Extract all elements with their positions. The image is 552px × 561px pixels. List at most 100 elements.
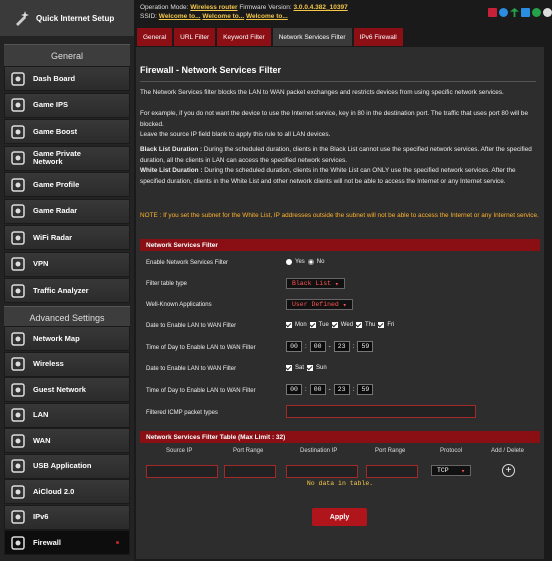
page-title: Firewall - Network Services Filter [140,65,282,75]
sidebar-item-label: IPv6 [33,512,49,521]
general-header: General [4,44,130,66]
sidebar-item-wireless[interactable]: Wireless [4,351,130,377]
start-minute-input[interactable]: 00 [309,341,326,352]
destination-ip-input[interactable] [286,465,358,478]
rocket-icon [11,124,25,139]
fw-label: Firmware Version: [239,4,292,11]
sidebar-item-label: VPN [33,259,49,268]
sat-checkbox[interactable] [286,365,292,371]
sidebar-item-game-boost[interactable]: Game Boost [4,119,130,144]
sidebar-item-wifi-radar[interactable]: WiFi Radar [4,225,130,250]
tue-label: Tue [318,322,329,328]
icmp-input[interactable] [286,405,476,418]
end-minute-input[interactable]: 59 [357,341,374,352]
col-dest-port-range: Port Range [375,448,406,454]
weekday-time-label: Time of Day to Enable LAN to WAN Filter [146,345,256,351]
ssid-link[interactable]: Welcome to... [159,13,201,20]
sidebar-item-label: Game IPS [33,100,69,109]
settings-gear-icon[interactable] [543,8,552,17]
sun-label: Sun [316,365,327,371]
firewall-icon [11,535,25,550]
source-ip-input[interactable] [146,465,218,478]
sidebar-item-ipv6[interactable]: IPv6 [4,504,130,530]
ssid-link[interactable]: Welcome to... [202,13,244,20]
yes-radio[interactable] [286,259,292,265]
yes-label: Yes [295,259,305,265]
quick-setup-label: Quick Internet Setup [36,13,115,23]
usb-icon [11,459,25,473]
note-text: NOTE : If you set the subnet for the Whi… [140,212,539,219]
wifi-status-icon[interactable] [521,8,530,17]
quick-internet-setup-button[interactable]: Quick Internet Setup [0,0,134,36]
sidebar-item-vpn[interactable]: VPN [4,251,130,277]
tab-ipv6-firewall[interactable]: IPv6 Firewall [353,28,403,46]
weekend-end-hour-input[interactable]: 23 [333,384,350,395]
op-mode-link[interactable]: Wireless router [190,4,237,11]
network-map-icon [11,331,25,346]
firmware-link[interactable]: 3.0.0.4.382_10397 [294,4,348,11]
tab-url-filter[interactable]: URL Filter [174,28,216,46]
sidebar-item-dash-board[interactable]: Dash Board [4,66,130,91]
port-range-input[interactable] [224,465,276,478]
sidebar-item-game-profile[interactable]: Game Profile [4,172,130,197]
sidebar-item-wan[interactable]: WAN [4,428,130,453]
sidebar-item-guest-network[interactable]: Guest Network [4,377,130,402]
well-known-apps-select[interactable]: User Defined ▾ [286,299,353,310]
add-rule-icon[interactable]: + [502,464,515,477]
network-status-icon[interactable] [488,8,497,17]
filter-table-type-value[interactable]: Black List ▾ [286,278,345,289]
no-radio[interactable] [307,259,314,265]
wed-checkbox[interactable] [331,322,338,328]
tab-keyword-filter[interactable]: Keyword Filter [217,28,271,46]
col-source-ip: Source IP [166,448,193,454]
apply-button[interactable]: Apply [312,508,367,526]
active-indicator [116,541,119,544]
tab-network-services-filter[interactable]: Network Services Filter [272,28,352,46]
sun-checkbox[interactable] [307,365,314,371]
well-known-apps-label: Well-Known Applications [146,302,212,308]
well-known-apps-value[interactable]: User Defined ▾ [286,299,353,310]
sidebar-item-game-ips[interactable]: Game IPS [4,92,130,118]
start-hour-input[interactable]: 00 [286,341,302,352]
well-known-apps-text: User Defined [292,301,339,308]
end-hour-input[interactable]: 23 [333,341,350,352]
router-admin-page: Quick Internet Setup General Dash Board G… [0,0,552,561]
protocol-value: TCP [437,467,449,474]
traffic-icon [11,283,25,298]
sidebar-item-network-map[interactable]: Network Map [4,326,130,351]
weekend-start-hour-input[interactable]: 00 [286,384,302,395]
weekend-start-minute-input[interactable]: 00 [309,384,326,395]
mon-checkbox[interactable] [286,322,292,328]
tab-general[interactable]: General [137,28,173,46]
thu-label: Thu [365,322,376,328]
cloud-icon [11,484,25,499]
usb-status-icon[interactable] [510,8,519,17]
thu-checkbox[interactable] [356,322,363,328]
col-destination-ip: Destination IP [300,448,338,454]
ssid-link[interactable]: Welcome to... [246,13,288,20]
weekend-end-minute-input[interactable]: 59 [357,384,374,395]
sidebar-item-aicloud-2-0[interactable]: AiCloud 2.0 [4,479,130,504]
guest-network-icon [11,382,25,397]
sidebar-item-traffic-analyzer[interactable]: Traffic Analyzer [4,278,130,303]
sidebar-item-label: Firewall [33,537,61,547]
fri-checkbox[interactable] [378,322,385,328]
sidebar-item-label: Guest Network [33,384,86,394]
app-status-icon[interactable] [532,8,541,17]
weekend-time-label: Time of Day to Enable LAN to WAN Filter [146,388,256,394]
sidebar-item-label: Game Radar [33,206,78,215]
sidebar-item-lan[interactable]: LAN [4,402,130,428]
sidebar-item-game-radar[interactable]: Game Radar [4,198,130,224]
enable-filter-label: Enable Network Services Filter [146,260,229,266]
weekend-date-label: Date to Enable LAN to WAN Filter [146,366,237,372]
sidebar-item-game-private-network[interactable]: Game Private Network [4,145,130,171]
sidebar-item-usb-application[interactable]: USB Application [4,453,130,479]
wireless-icon [11,357,25,371]
sidebar-item-firewall[interactable]: Firewall [4,530,130,555]
tue-checkbox[interactable] [309,322,316,328]
protocol-select[interactable]: TCP ▾ [431,465,471,476]
client-status-icon[interactable] [499,8,508,17]
radar-icon [11,204,25,218]
filter-table-type-select[interactable]: Black List ▾ [286,278,345,289]
dest-port-range-input[interactable] [366,465,418,478]
